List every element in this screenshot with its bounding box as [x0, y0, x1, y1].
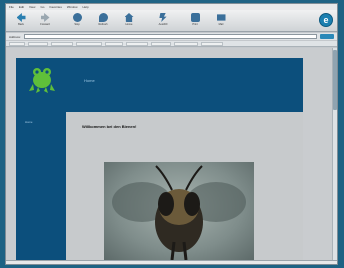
- toolbar: Back Forward Stop Refresh Home AutoFill: [6, 10, 337, 32]
- bee-image-icon: [112, 165, 246, 260]
- favorite-link[interactable]: [174, 41, 198, 46]
- mail-button[interactable]: Mail: [210, 12, 232, 30]
- back-label: Back: [18, 23, 24, 26]
- back-arrow-icon: [16, 13, 26, 22]
- forward-arrow-icon: [40, 13, 50, 22]
- site-title: Home: [84, 78, 95, 83]
- site-header: Home: [16, 58, 303, 112]
- address-bar: Address:: [6, 33, 337, 40]
- stop-icon: [72, 13, 82, 22]
- favorites-bar: [6, 41, 337, 47]
- favorite-link[interactable]: [105, 41, 123, 46]
- browser-logo-icon: e: [319, 13, 333, 27]
- frog-logo-icon: [29, 68, 55, 93]
- forward-button[interactable]: Forward: [34, 12, 56, 30]
- print-label: Print: [192, 23, 198, 26]
- refresh-icon: [98, 13, 108, 22]
- stop-button[interactable]: Stop: [66, 12, 88, 30]
- favorite-link[interactable]: [151, 41, 171, 46]
- browser-window: File Edit View Go Favorites Window Help …: [5, 3, 338, 265]
- print-button[interactable]: Print: [184, 12, 206, 30]
- home-button[interactable]: Home: [118, 12, 140, 30]
- web-page: Home Home Willkommen bei den Bienen!: [16, 58, 303, 260]
- page-viewport: Home Home Willkommen bei den Bienen!: [6, 48, 337, 260]
- main-content: Willkommen bei den Bienen!: [66, 112, 303, 260]
- mail-icon: [216, 14, 226, 21]
- autofill-icon: [159, 13, 167, 22]
- print-icon: [190, 13, 200, 22]
- autofill-label: AutoFill: [158, 23, 168, 26]
- back-button[interactable]: Back: [10, 12, 32, 30]
- home-icon: [124, 13, 134, 22]
- favorite-link[interactable]: [126, 41, 148, 46]
- autofill-button[interactable]: AutoFill: [152, 12, 174, 30]
- forward-label: Forward: [40, 23, 50, 26]
- go-button[interactable]: [320, 34, 334, 39]
- favorite-link[interactable]: [51, 41, 73, 46]
- scrollbar-thumb[interactable]: [333, 50, 337, 110]
- site-sidebar: Home: [16, 112, 66, 260]
- stop-label: Stop: [74, 23, 80, 26]
- status-bar: [6, 260, 337, 264]
- address-label: Address:: [9, 34, 21, 39]
- mail-label: Mail: [218, 23, 224, 26]
- desktop-background: File Edit View Go Favorites Window Help …: [0, 0, 344, 268]
- favorite-link[interactable]: [28, 41, 48, 46]
- refresh-label: Refresh: [98, 23, 108, 26]
- home-label: Home: [125, 23, 133, 26]
- favorite-link[interactable]: [9, 41, 25, 46]
- favorite-link[interactable]: [201, 41, 223, 46]
- nav-item[interactable]: Home: [25, 120, 32, 124]
- bee-photo: [104, 162, 254, 260]
- welcome-heading: Willkommen bei den Bienen!: [82, 124, 137, 129]
- favorite-link[interactable]: [76, 41, 102, 46]
- refresh-button[interactable]: Refresh: [92, 12, 114, 30]
- vertical-scrollbar[interactable]: [332, 48, 337, 260]
- address-input[interactable]: [23, 34, 317, 39]
